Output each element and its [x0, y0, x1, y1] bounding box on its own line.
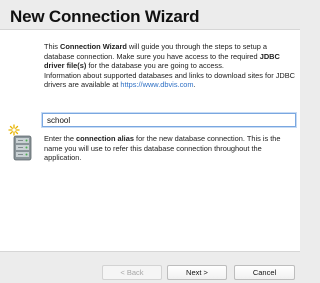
wizard-title: New Connection Wizard — [10, 7, 200, 26]
next-button[interactable]: Next > — [167, 265, 227, 280]
connection-alias-input[interactable] — [42, 113, 296, 127]
database-server-icon — [8, 124, 32, 161]
intro-text: This Connection Wizard will guide you th… — [44, 42, 296, 90]
dbvis-link[interactable]: https://www.dbvis.com — [120, 80, 193, 89]
back-button[interactable]: < Back — [102, 265, 162, 280]
alias-description: Enter the connection alias for the new d… — [44, 134, 281, 163]
wizard-content-panel: This Connection Wizard will guide you th… — [0, 29, 300, 252]
cancel-button[interactable]: Cancel — [234, 265, 295, 280]
new-connection-wizard: New Connection Wizard This Connection Wi… — [0, 0, 300, 283]
